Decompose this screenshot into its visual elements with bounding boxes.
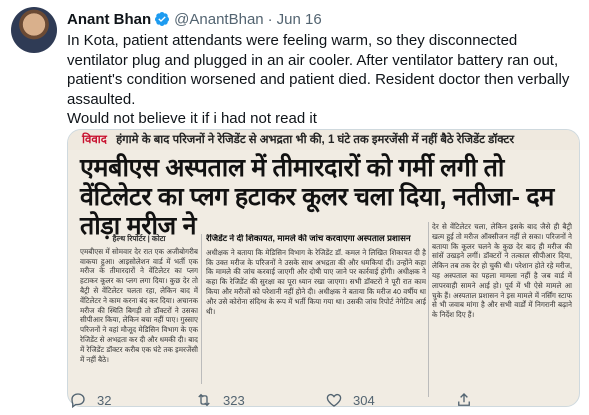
news-column-1: हैल्थ रिपोर्टर | कोटा एमबीएस में सोमवार … (80, 234, 198, 364)
like-button[interactable]: 304 (325, 391, 375, 409)
tweet-text: In Kota, patient attendants were feeling… (67, 31, 577, 129)
share-button[interactable] (455, 391, 473, 409)
news-column-1-text: एमबीएस में सोमवार देर रात एक अजीबोगरीब व… (80, 246, 198, 364)
news-banner: विवाद हंगामे के बाद परिजनों ने रेजिडेंट … (68, 130, 579, 150)
tweet-card[interactable]: Anant Bhan @AnantBhan · Jun 16 In Kota, … (0, 0, 589, 415)
share-icon (458, 393, 470, 406)
retweet-button[interactable]: 323 (195, 391, 245, 409)
news-column-3: देर से वेंटिलेटर चला, लेकिन इसके बाद जैस… (432, 222, 572, 397)
tweet-actions: 32 323 304 (67, 388, 577, 412)
retweet-count: 323 (223, 392, 245, 408)
like-icon (326, 393, 342, 407)
reply-count: 32 (97, 392, 112, 408)
news-column-3-text: देर से वेंटिलेटर चला, लेकिन इसके बाद जैस… (432, 222, 572, 320)
tweet-date[interactable]: Jun 16 (277, 11, 322, 28)
news-banner-tag: विवाद (82, 134, 107, 146)
reply-button[interactable]: 32 (69, 391, 111, 409)
news-column-2-text: अधीक्षक ने बताया कि मेडिसिन विभाग के रेज… (206, 247, 426, 316)
author-handle[interactable]: @AnantBhan (174, 11, 263, 28)
news-subheadline: रेजिडेंट ने दी शिकायत, मामले की जांच करव… (206, 234, 411, 243)
news-banner-text: हंगामे के बाद परिजनों ने रेजिडेंट से अभद… (116, 134, 515, 146)
news-byline: हैल्थ रिपोर्टर | कोटा (112, 234, 166, 243)
column-divider (428, 222, 429, 397)
column-divider (201, 234, 202, 384)
tweet-text-line-1: In Kota, patient attendants were feeling… (67, 32, 570, 108)
author-name[interactable]: Anant Bhan (67, 11, 151, 28)
tweet-header: Anant Bhan @AnantBhan · Jun 16 (67, 8, 322, 30)
reply-icon (71, 393, 85, 409)
attached-news-image[interactable]: विवाद हंगामे के बाद परिजनों ने रेजिडेंट … (67, 129, 580, 407)
like-count: 304 (353, 392, 375, 408)
news-column-2: रेजिडेंट ने दी शिकायत, मामले की जांच करव… (206, 234, 426, 384)
avatar[interactable] (11, 7, 57, 53)
verified-badge-icon (155, 12, 170, 26)
tweet-text-line-2: Would not believe it if i had not read i… (67, 110, 317, 128)
separator-dot: · (267, 10, 273, 28)
retweet-icon (198, 393, 210, 407)
